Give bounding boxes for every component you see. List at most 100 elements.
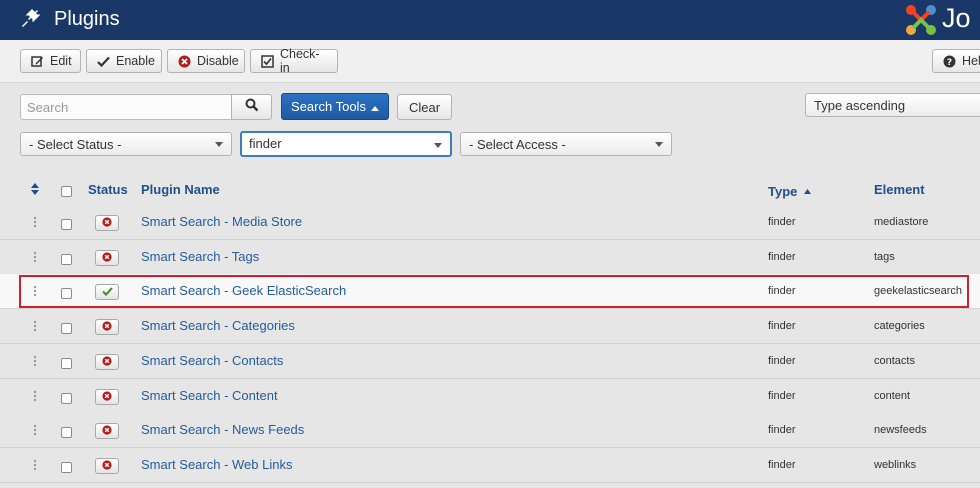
element-column-header[interactable]: Element xyxy=(874,182,925,197)
plugin-type: finder xyxy=(768,354,796,367)
table-row: Smart Search - Tags finder tags xyxy=(0,239,980,275)
disabled-icon xyxy=(102,249,112,267)
plug-icon xyxy=(19,7,41,34)
drag-handle-icon[interactable] xyxy=(33,423,37,441)
status-toggle-button[interactable] xyxy=(95,388,119,406)
select-all-checkbox[interactable] xyxy=(61,186,72,197)
ordering-value: Type ascending xyxy=(814,98,906,113)
joomla-logo-icon[interactable] xyxy=(902,2,940,43)
plugin-name-link[interactable]: Smart Search - Geek ElasticSearch xyxy=(141,283,346,298)
disable-label: Disable xyxy=(197,54,239,68)
drag-handle-icon[interactable] xyxy=(33,284,37,302)
drag-handle-icon[interactable] xyxy=(33,215,37,233)
edit-button[interactable]: Edit xyxy=(20,49,81,73)
type-column-header[interactable]: Type xyxy=(768,182,812,199)
row-checkbox[interactable] xyxy=(61,323,72,335)
plugin-name-link[interactable]: Smart Search - Web Links xyxy=(141,457,292,472)
plugin-type: finder xyxy=(768,285,796,298)
checkbox-icon xyxy=(261,54,274,68)
disabled-icon xyxy=(102,388,112,406)
status-toggle-button[interactable] xyxy=(95,249,119,267)
drag-handle-icon[interactable] xyxy=(33,319,37,337)
plugin-type: finder xyxy=(768,389,796,402)
drag-handle-icon[interactable] xyxy=(33,250,37,268)
disabled-icon xyxy=(102,353,112,371)
search-tools-label: Search Tools xyxy=(291,99,366,114)
name-column-header[interactable]: Plugin Name xyxy=(141,182,220,197)
search-tools-button[interactable]: Search Tools xyxy=(281,93,389,120)
plugin-name-link[interactable]: Smart Search - Contacts xyxy=(141,353,283,368)
disable-icon xyxy=(178,55,191,68)
table-row: Smart Search - Geek ElasticSearch finder g… xyxy=(0,274,980,310)
plugin-type: finder xyxy=(768,216,796,228)
status-toggle-button[interactable] xyxy=(95,318,119,336)
caret-up-icon xyxy=(370,99,379,114)
plugin-element: content xyxy=(874,389,911,402)
table-header: Status Plugin Name Type Element xyxy=(0,172,980,206)
row-checkbox[interactable] xyxy=(61,461,72,473)
row-checkbox[interactable] xyxy=(61,253,72,265)
edit-label: Edit xyxy=(50,54,72,68)
row-checkbox[interactable] xyxy=(61,427,72,439)
svg-text:?: ? xyxy=(947,58,952,68)
plugin-name-link[interactable]: Smart Search - Categories xyxy=(141,318,295,333)
plugin-name-link[interactable]: Smart Search - Tags xyxy=(141,249,259,264)
drag-handle-icon[interactable] xyxy=(33,458,37,476)
plugin-element: tags xyxy=(874,250,895,263)
search-button[interactable] xyxy=(231,94,272,120)
check-icon xyxy=(101,283,113,301)
help-button[interactable]: ? Hel xyxy=(932,49,980,73)
folder-select-value: finder xyxy=(249,136,282,151)
table-row: Smart Search - Content finder content xyxy=(0,378,980,414)
enable-button[interactable]: Enable xyxy=(86,49,162,73)
access-select[interactable]: - Select Access - xyxy=(460,132,672,156)
plugin-type: finder xyxy=(768,458,796,471)
checkin-button[interactable]: Check-in xyxy=(250,47,338,75)
clear-button[interactable]: Clear xyxy=(397,94,452,120)
plugin-name-link[interactable]: Smart Search - Content xyxy=(141,388,278,403)
plugin-name-link[interactable]: Smart Search - Media Store xyxy=(141,214,302,229)
plugin-type: finder xyxy=(768,320,796,333)
plugin-element: newsfeeds xyxy=(874,424,927,437)
row-checkbox[interactable] xyxy=(61,288,72,300)
plugin-element: weblinks xyxy=(874,458,917,471)
status-select[interactable]: - Select Status - xyxy=(20,132,232,156)
search-input[interactable]: Search xyxy=(20,94,232,120)
status-toggle-button[interactable] xyxy=(95,422,119,440)
check-icon xyxy=(97,56,110,67)
status-toggle-button[interactable] xyxy=(95,457,119,475)
plugin-element: geekelasticsearch xyxy=(874,285,963,298)
disabled-icon xyxy=(102,457,112,475)
page-title: Plugins xyxy=(54,8,120,30)
status-toggle-button[interactable] xyxy=(95,353,119,371)
status-column-header[interactable]: Status xyxy=(88,182,128,197)
ordering-select[interactable]: Type ascending xyxy=(805,93,980,117)
row-checkbox[interactable] xyxy=(61,357,72,369)
caret-up-icon xyxy=(804,182,812,197)
status-toggle-button[interactable] xyxy=(95,215,119,231)
chevron-down-icon xyxy=(215,142,223,147)
folder-select[interactable]: finder xyxy=(240,131,452,157)
type-column-label: Type xyxy=(768,184,798,199)
sort-icon[interactable] xyxy=(31,182,39,200)
plugin-element: mediastore xyxy=(874,216,929,228)
edit-icon xyxy=(31,55,44,68)
row-checkbox[interactable] xyxy=(61,219,72,230)
search-icon xyxy=(245,98,259,117)
table-row: Smart Search - Media Store finder mediasto… xyxy=(0,205,980,240)
drag-handle-icon[interactable] xyxy=(33,354,37,372)
chevron-down-icon xyxy=(434,143,442,148)
status-toggle-button[interactable] xyxy=(95,283,119,301)
disabled-icon xyxy=(102,318,112,336)
access-select-value: - Select Access - xyxy=(469,137,566,152)
logo-text: Jo xyxy=(942,3,971,33)
drag-handle-icon[interactable] xyxy=(33,389,37,407)
plugin-element: contacts xyxy=(874,354,915,367)
table-row: Smart Search - News Feeds finder newsfeeds xyxy=(0,413,980,449)
disable-button[interactable]: Disable xyxy=(167,49,245,73)
plugin-name-link[interactable]: Smart Search - News Feeds xyxy=(141,422,304,437)
disabled-icon xyxy=(102,422,112,440)
row-checkbox[interactable] xyxy=(61,392,72,404)
table-row: Smart Search - Web Links finder weblinks xyxy=(0,447,980,483)
table-row: Smart Search - Categories finder categorie… xyxy=(0,309,980,345)
